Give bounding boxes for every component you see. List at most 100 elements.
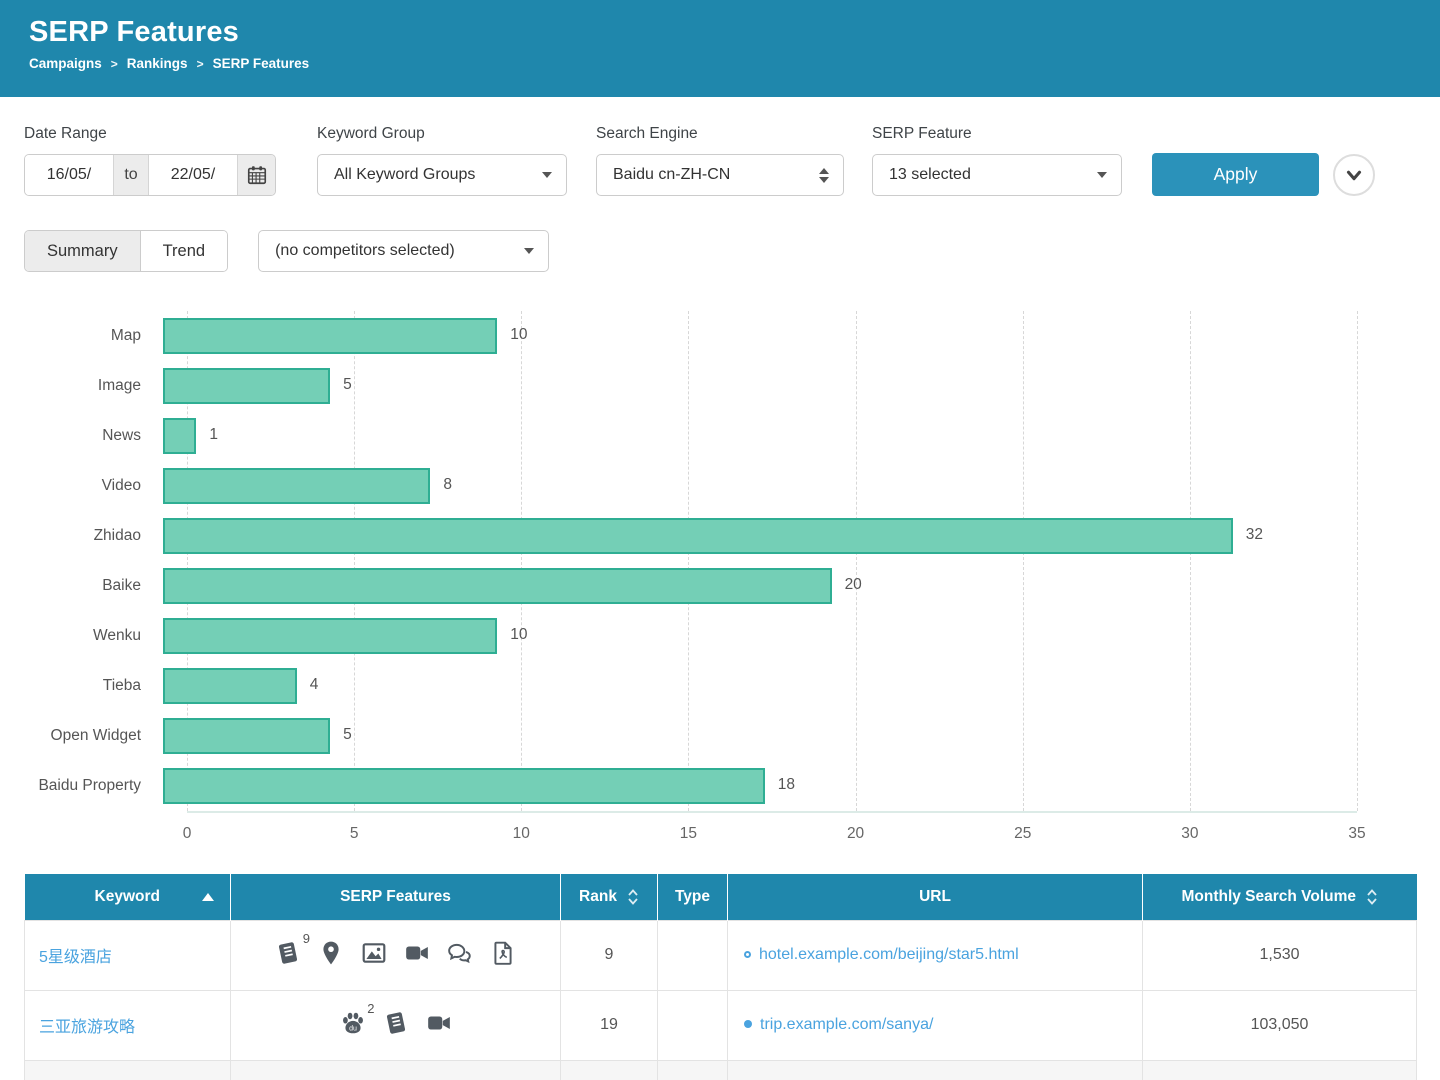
keyword-group-group: Keyword Group All Keyword Groups <box>317 125 567 196</box>
chart-row: Open Widget5 <box>0 711 1440 761</box>
column-header-type[interactable]: Type <box>658 874 728 920</box>
chart-category-label: Image <box>0 377 163 395</box>
url-cell: trip.example.com/sanya/ <box>728 990 1143 1060</box>
chart-bar-value: 32 <box>1246 526 1263 544</box>
date-to-word: to <box>113 155 149 195</box>
rank-cell: 19 <box>561 990 658 1060</box>
chart-bar <box>163 768 765 804</box>
breadcrumb-campaigns[interactable]: Campaigns <box>29 56 102 71</box>
x-tick-label: 35 <box>1348 825 1365 843</box>
x-tick-label: 0 <box>183 825 192 843</box>
competitors-value: (no competitors selected) <box>275 242 455 260</box>
chart-row-plot: 18 <box>163 768 1333 804</box>
calendar-button[interactable] <box>237 155 275 195</box>
updown-spinner-icon <box>819 168 829 183</box>
type-cell <box>658 920 728 990</box>
column-header-url[interactable]: URL <box>728 874 1143 920</box>
type-cell <box>658 1060 728 1080</box>
breadcrumb: Campaigns > Rankings > SERP Features <box>29 56 1440 71</box>
apply-button[interactable]: Apply <box>1152 153 1319 196</box>
chart-row: Video8 <box>0 461 1440 511</box>
chat-icon <box>447 940 473 966</box>
chevron-down-icon <box>524 248 534 254</box>
competitors-select[interactable]: (no competitors selected) <box>258 230 549 272</box>
search-engine-group: Search Engine Baidu cn-ZH-CN <box>596 125 844 196</box>
chart-bar-value: 20 <box>845 576 862 594</box>
chart-bar <box>163 618 497 654</box>
url-link[interactable]: trip.example.com/sanya/ <box>760 1016 933 1033</box>
search-engine-select[interactable]: Baidu cn-ZH-CN <box>596 154 844 196</box>
chart-bar <box>163 518 1233 554</box>
calendar-icon <box>246 164 268 186</box>
column-header-label: Rank <box>579 888 639 906</box>
page-header: SERP Features Campaigns > Rankings > SER… <box>0 0 1440 97</box>
chart-category-label: Tieba <box>0 677 163 695</box>
tab-summary[interactable]: Summary <box>25 231 140 271</box>
search-volume-cell: 103,050 <box>1143 990 1417 1060</box>
keyword-table: Keyword SERP Features Rank TypeURLMonthly S… <box>24 874 1417 1080</box>
type-cell <box>658 990 728 1060</box>
chart-bar <box>163 568 832 604</box>
chart-row-plot: 10 <box>163 318 1333 354</box>
keyword-link[interactable]: 5星级酒店 <box>39 949 112 966</box>
x-tick-label: 15 <box>680 825 697 843</box>
chart-bar <box>163 668 297 704</box>
date-from-input[interactable] <box>25 155 113 195</box>
breadcrumb-separator: > <box>197 57 204 71</box>
chart-row-plot: 5 <box>163 718 1333 754</box>
chart-bar <box>163 368 330 404</box>
x-tick-label: 25 <box>1014 825 1031 843</box>
chart-category-label: Zhidao <box>0 527 163 545</box>
breadcrumb-serp-features[interactable]: SERP Features <box>213 56 310 71</box>
chart-bar <box>163 318 497 354</box>
chart-row: Zhidao 32 <box>0 511 1440 561</box>
column-header-keyword[interactable]: Keyword <box>25 874 231 920</box>
image-icon <box>361 940 387 966</box>
chart-bar-value: 18 <box>778 776 795 794</box>
x-tick-label: 10 <box>513 825 530 843</box>
breadcrumb-separator: > <box>111 57 118 71</box>
table-header-row: Keyword SERP Features Rank TypeURLMonthly S… <box>25 874 1417 920</box>
chart-row-plot: 8 <box>163 468 1333 504</box>
column-header-label: Keyword <box>95 888 160 906</box>
column-header-monthly-search-volume[interactable]: Monthly Search Volume <box>1143 874 1417 920</box>
map-pin-icon <box>318 940 344 966</box>
chart-category-label: Wenku <box>0 627 163 645</box>
column-header-serp-features[interactable]: SERP Features <box>231 874 561 920</box>
pdf-icon <box>490 940 516 966</box>
chart-bar-value: 10 <box>510 326 527 344</box>
chart-row: Tieba4 <box>0 661 1440 711</box>
chart-category-label: Baike <box>0 577 163 595</box>
url-cell: hotel.example.com/beijing/star5.html <box>728 920 1143 990</box>
date-to-input[interactable] <box>149 155 237 195</box>
url-dot-marker-icon <box>744 1020 752 1028</box>
chart-row-plot: 4 <box>163 668 1333 704</box>
chart-x-tick-labels: 05101520253035 <box>187 825 1357 851</box>
column-header-label: SERP Features <box>340 888 451 906</box>
x-tick-label: 5 <box>350 825 359 843</box>
search-volume-cell: 1,530 <box>1143 920 1417 990</box>
chart-rows: Map10Image5News1Video8Zhidao32Baike20Wen… <box>0 311 1440 811</box>
table-row: 三亚旅游攻略219trip.example.com/sanya/103,050 <box>25 990 1417 1060</box>
breadcrumb-rankings[interactable]: Rankings <box>127 56 188 71</box>
serp-feature-select[interactable]: 13 selected <box>872 154 1122 196</box>
chart-category-label: News <box>0 427 163 445</box>
chart-category-label: Baidu Property <box>0 777 163 795</box>
url-cell <box>728 1060 1143 1080</box>
chart-category-label: Map <box>0 327 163 345</box>
serp-feature-value: 13 selected <box>889 166 971 184</box>
url-link[interactable]: hotel.example.com/beijing/star5.html <box>759 946 1019 963</box>
chart-row-plot: 5 <box>163 368 1333 404</box>
view-toolbar: Summary Trend (no competitors selected) <box>0 196 1440 272</box>
chart-bar-value: 1 <box>209 426 218 444</box>
chart-bar <box>163 418 196 454</box>
keyword-link[interactable]: 三亚旅游攻略 <box>39 1019 135 1036</box>
chart-row: Map 10 <box>0 311 1440 361</box>
chart-row: Image5 <box>0 361 1440 411</box>
sort-ascending-icon <box>202 893 214 901</box>
sort-icon <box>1366 888 1378 906</box>
expand-filters-button[interactable] <box>1333 154 1375 196</box>
tab-trend[interactable]: Trend <box>140 231 228 271</box>
column-header-rank[interactable]: Rank <box>561 874 658 920</box>
keyword-group-select[interactable]: All Keyword Groups <box>317 154 567 196</box>
